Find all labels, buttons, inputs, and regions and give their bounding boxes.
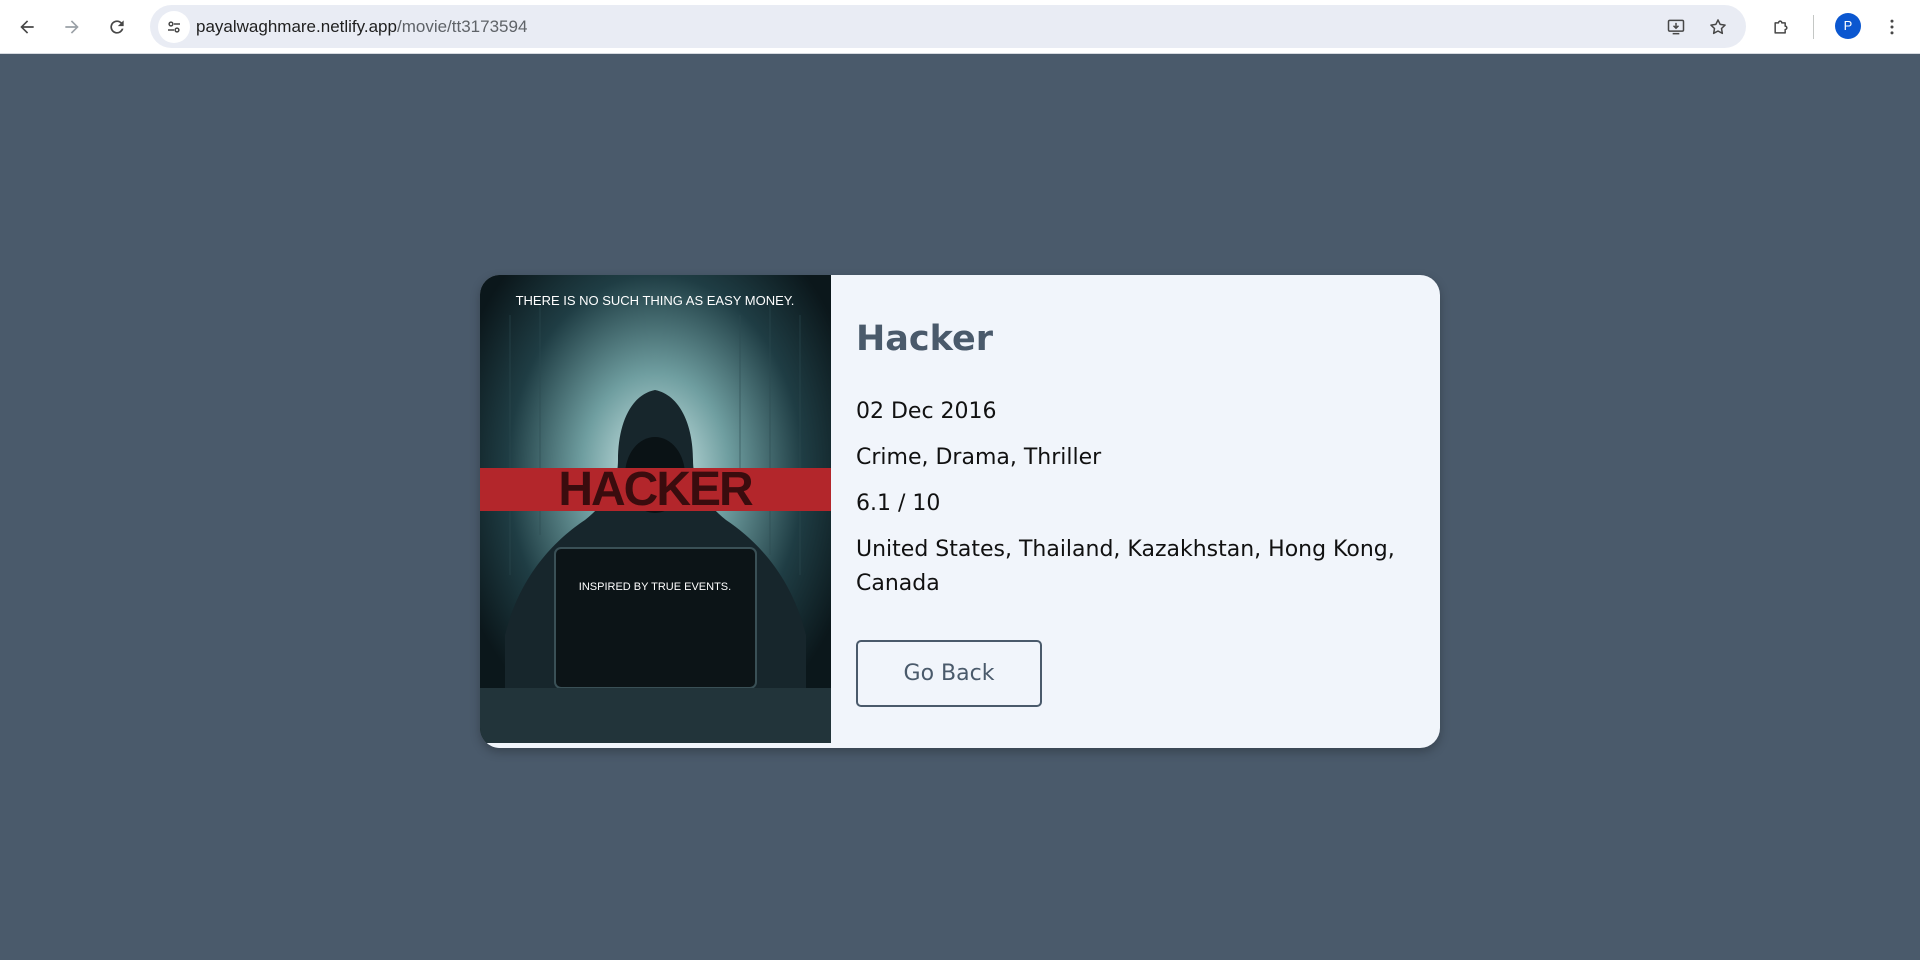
url-host: payalwaghmare.netlify.app [196,17,397,36]
browser-toolbar: payalwaghmare.netlify.app/movie/tt317359… [0,0,1920,54]
poster-tagline: THERE IS NO SUCH THING AS EASY MONEY. [516,293,795,308]
url-path: /movie/tt3173594 [396,17,528,36]
arrow-left-icon [20,20,34,34]
arrow-right-icon [65,20,79,34]
back-button[interactable] [11,11,43,43]
movie-poster: THERE IS NO SUCH THING AS EASY MONEY. HA… [480,275,831,743]
kebab-menu-icon [1890,19,1894,35]
toolbar-divider [1813,15,1814,39]
poster-image: THERE IS NO SUCH THING AS EASY MONEY. HA… [480,275,831,743]
install-app-icon [1667,19,1685,35]
install-app-button[interactable] [1660,11,1692,43]
forward-button[interactable] [56,11,88,43]
profile-avatar[interactable]: P [1835,13,1861,39]
movie-title: Hacker [856,319,993,359]
reload-icon [110,20,124,34]
tune-icon [168,21,180,33]
movie-genres: Crime, Drama, Thriller [856,445,1102,470]
bookmark-button[interactable] [1702,11,1734,43]
browser-menu-button[interactable] [1876,11,1908,43]
poster-subtitle: INSPIRED BY TRUE EVENTS. [579,581,731,593]
poster-bottom-edge [480,743,831,748]
url-text[interactable]: payalwaghmare.netlify.app/movie/tt317359… [196,5,527,48]
movie-rating: 6.1 / 10 [856,491,941,516]
reload-button[interactable] [101,11,133,43]
star-icon [1710,19,1726,35]
puzzle-icon [1774,20,1788,34]
release-date: 02 Dec 2016 [856,399,997,424]
movie-card: THERE IS NO SUCH THING AS EASY MONEY. HA… [480,275,1440,748]
poster-title: HACKER [558,463,753,516]
go-back-button[interactable]: Go Back [856,640,1042,707]
site-info-button[interactable] [158,11,190,43]
address-bar[interactable]: payalwaghmare.netlify.app/movie/tt317359… [150,5,1746,48]
poster-desk [480,688,831,743]
poster-laptop [554,547,757,689]
extensions-button[interactable] [1765,11,1797,43]
movie-countries: United States, Thailand, Kazakhstan, Hon… [856,537,1395,596]
